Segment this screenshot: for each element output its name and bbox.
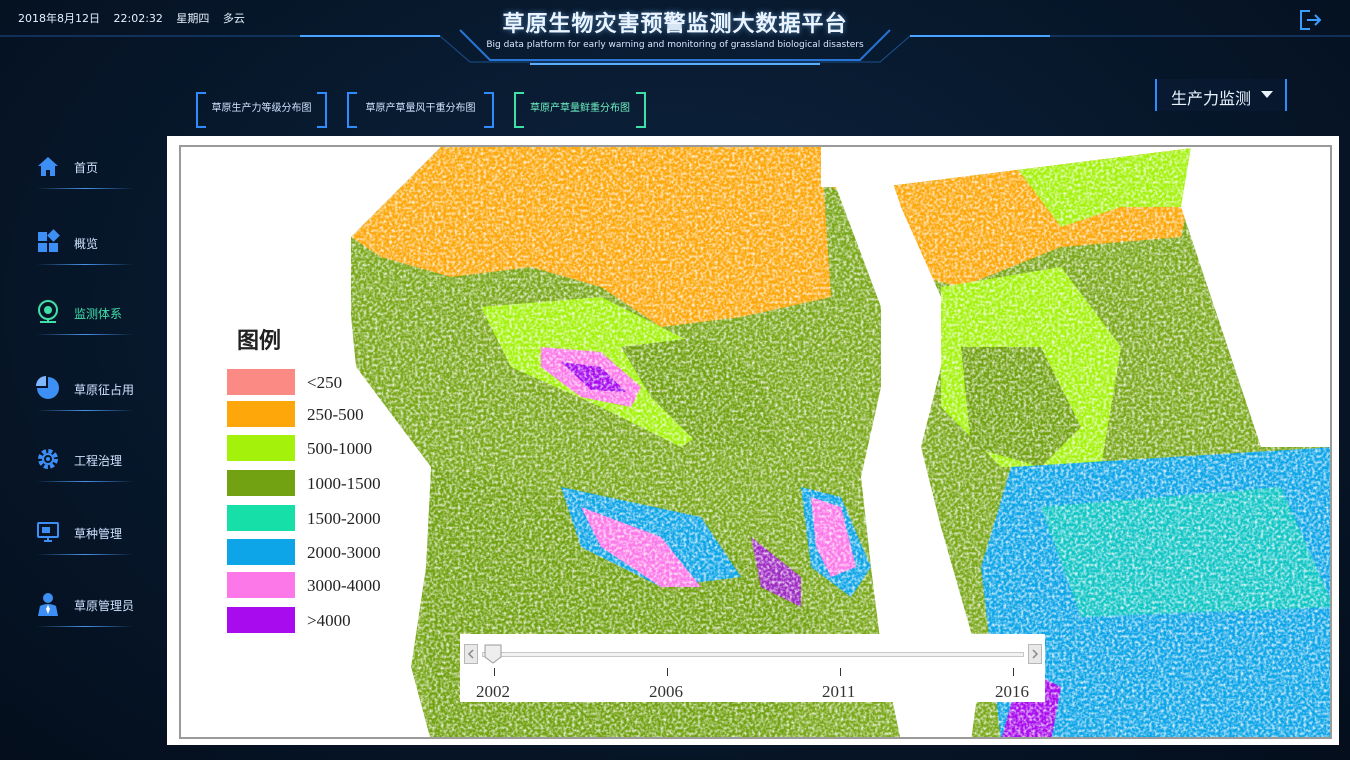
divider	[36, 554, 134, 555]
timeline-track[interactable]	[482, 652, 1024, 657]
chevron-right-icon	[1032, 649, 1039, 659]
legend-swatch	[227, 572, 295, 598]
timeline-year-label[interactable]: 2002	[476, 682, 510, 702]
timeline-prev-button[interactable]	[464, 644, 478, 664]
sidebar-item-home[interactable]: 首页	[30, 148, 135, 194]
timeline-year-label[interactable]: 2006	[649, 682, 683, 702]
home-icon	[38, 157, 58, 176]
divider	[36, 626, 134, 627]
legend-swatch	[227, 470, 295, 496]
legend-label: >4000	[307, 611, 351, 630]
tab-dry-weight[interactable]: 草原产草量风干重分布图	[347, 92, 494, 128]
logout-button[interactable]	[1298, 8, 1324, 32]
legend-swatch	[227, 505, 295, 531]
divider	[36, 188, 134, 189]
person-icon	[38, 593, 58, 616]
legend-label: 1000-1500	[307, 474, 381, 493]
legend-label: 250-500	[307, 405, 364, 424]
sidebar-item-label: 概览	[74, 237, 99, 251]
page-title: 草原生物灾害预警监测大数据平台	[502, 12, 848, 37]
timeline-year-label[interactable]: 2011	[822, 682, 855, 702]
sidebar-item-label: 首页	[74, 161, 99, 175]
timeline-tick	[667, 668, 668, 676]
legend-swatch	[227, 539, 295, 565]
dashboard-grid-icon	[38, 229, 60, 252]
timeline-year-label[interactable]: 2016	[995, 682, 1029, 702]
logout-icon	[1300, 10, 1322, 30]
legend-label: 2000-3000	[307, 543, 381, 562]
tab-label: 草原产草量鲜重分布图	[530, 103, 630, 114]
monitoring-type-select[interactable]: 生产力监测	[1155, 79, 1287, 111]
legend-swatch	[227, 607, 295, 633]
legend-label: 3000-4000	[307, 576, 381, 595]
caret-down-icon	[1261, 91, 1273, 98]
legend-title: 图例	[237, 328, 282, 354]
legend-label: <250	[307, 373, 343, 392]
pie-chart-icon	[36, 376, 59, 399]
screen-icon	[37, 522, 59, 542]
timeline-next-button[interactable]	[1028, 644, 1042, 664]
legend-swatch	[227, 369, 295, 395]
divider	[36, 264, 134, 265]
sidebar-item-grassland-admin[interactable]: 草原管理员	[30, 586, 135, 632]
sidebar-item-label: 监测体系	[74, 307, 123, 321]
tab-label: 草原产草量风干重分布图	[365, 103, 476, 114]
gear-icon	[38, 449, 58, 469]
year-timeline: 2002 2006 2011 2016	[460, 634, 1045, 702]
page-subtitle: Big data platform for early warning and …	[486, 40, 864, 50]
monitor-globe-icon	[38, 300, 58, 323]
timeline-tick	[494, 668, 495, 676]
legend-label: 500-1000	[307, 439, 373, 458]
divider	[36, 410, 134, 411]
timeline-handle[interactable]	[484, 644, 502, 664]
sidebar-item-monitoring[interactable]: 监测体系	[30, 294, 135, 340]
sidebar-item-label: 工程治理	[74, 454, 123, 468]
tab-productivity-grade[interactable]: 草原生产力等级分布图	[196, 92, 327, 128]
chevron-left-icon	[467, 649, 474, 659]
sidebar-item-label: 草原征占用	[74, 383, 135, 397]
sidebar-item-grassland-occupation[interactable]: 草原征占用	[30, 370, 135, 416]
legend-label: 1500-2000	[307, 509, 381, 528]
legend-swatch	[227, 435, 295, 461]
sidebar-item-engineering[interactable]: 工程治理	[30, 441, 135, 487]
sidebar-item-label: 草原管理员	[74, 599, 135, 613]
sidebar-item-label: 草种管理	[74, 527, 123, 541]
timeline-tick	[1013, 668, 1014, 676]
divider	[36, 481, 134, 482]
tab-fresh-weight[interactable]: 草原产草量鲜重分布图	[514, 92, 646, 128]
select-value: 生产力监测	[1171, 89, 1252, 108]
timeline-tick	[840, 668, 841, 676]
legend-swatch	[227, 401, 295, 427]
sidebar-item-seed-management[interactable]: 草种管理	[30, 514, 135, 560]
divider	[36, 334, 134, 335]
sidebar-item-overview[interactable]: 概览	[30, 224, 135, 270]
tab-label: 草原生产力等级分布图	[211, 103, 312, 114]
